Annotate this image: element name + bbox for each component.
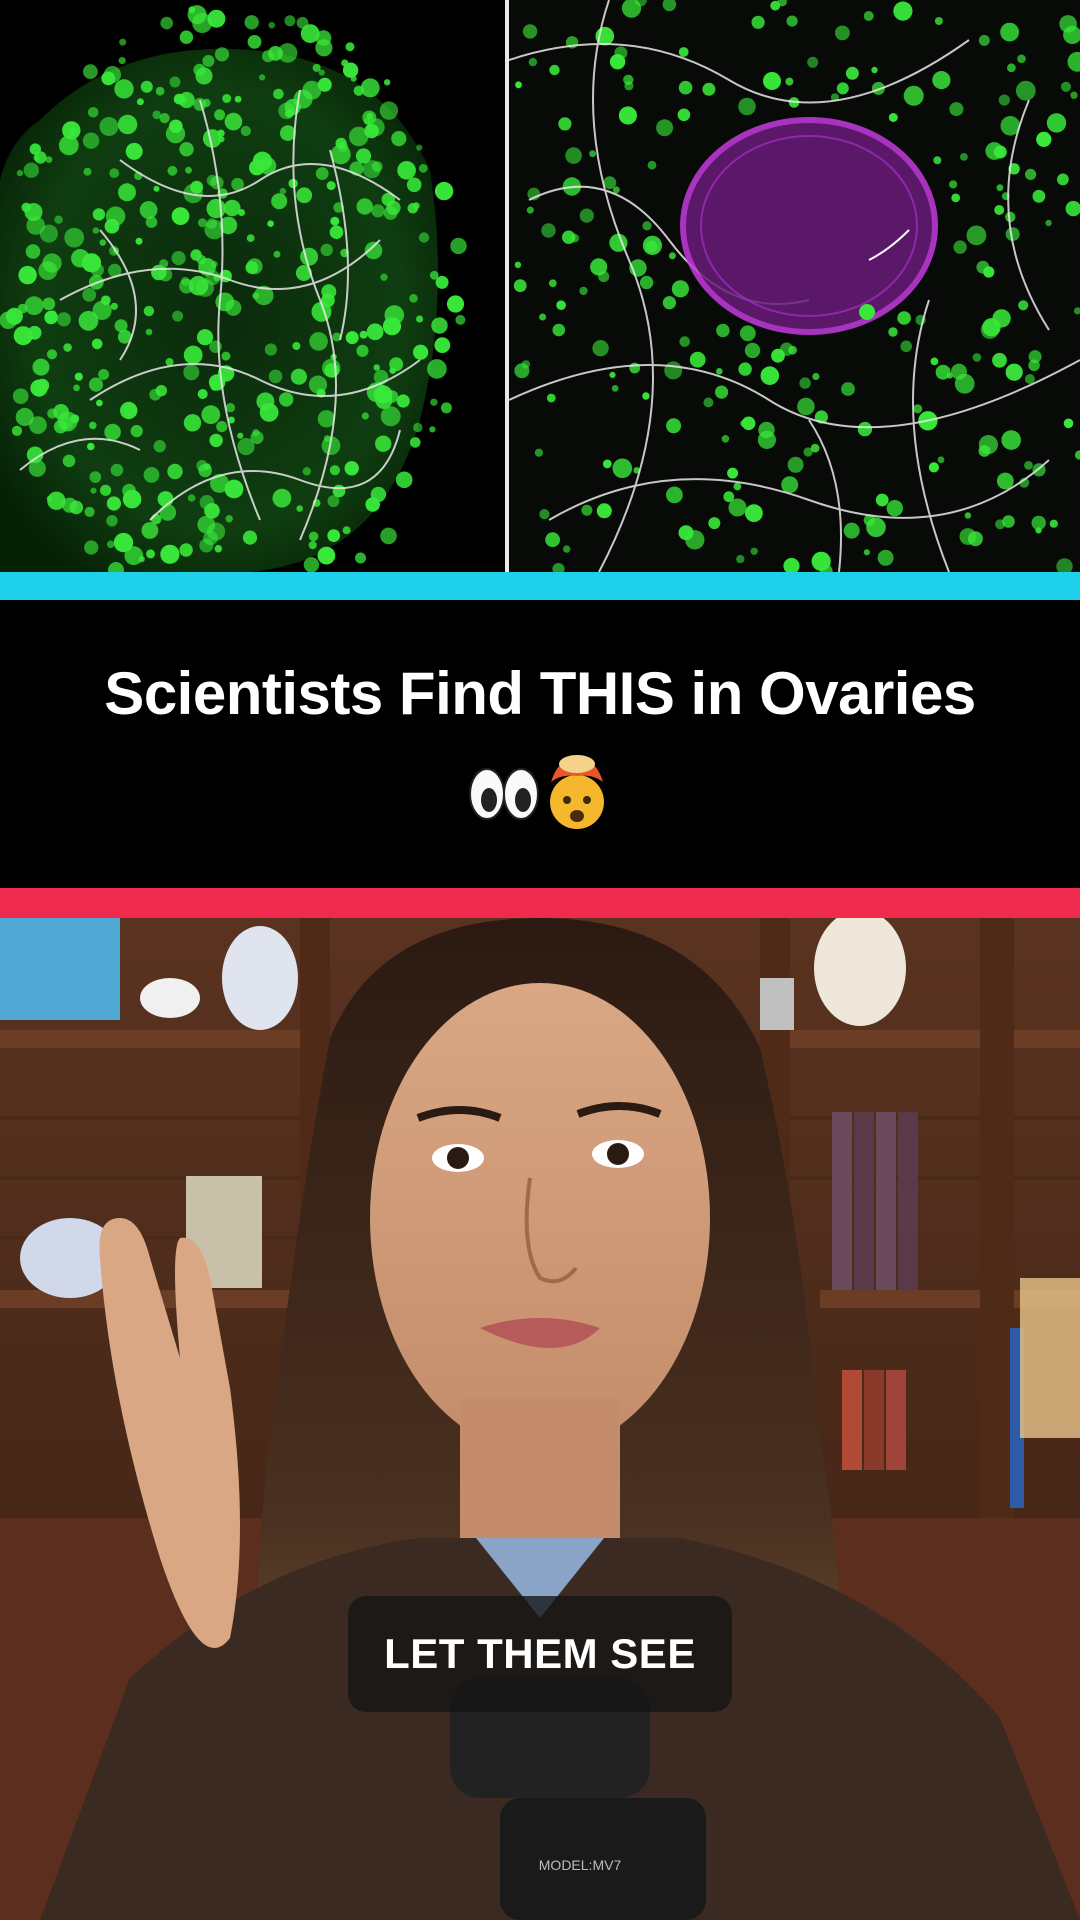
video-caption: LET THEM SEE bbox=[348, 1596, 732, 1712]
microphone-label: MODEL:MV7 bbox=[539, 1857, 622, 1873]
title-band bbox=[0, 600, 1080, 888]
face bbox=[370, 983, 710, 1453]
eyes-emoji bbox=[469, 768, 539, 820]
blue-vase bbox=[222, 926, 298, 1030]
emoji-row bbox=[0, 752, 1080, 837]
microscopy-image-left bbox=[0, 0, 505, 572]
microscopy-image-right bbox=[509, 0, 1080, 572]
oocyte-cell bbox=[680, 117, 938, 335]
cyan-accent-bar bbox=[0, 572, 1080, 600]
framed-picture bbox=[0, 918, 120, 1020]
exploding-head-emoji bbox=[550, 755, 604, 829]
video-frame[interactable]: MODEL:MV7 bbox=[0, 918, 1080, 1920]
post-title: Scientists Find THIS in Ovaries bbox=[104, 660, 976, 727]
pink-accent-bar bbox=[0, 888, 1080, 918]
